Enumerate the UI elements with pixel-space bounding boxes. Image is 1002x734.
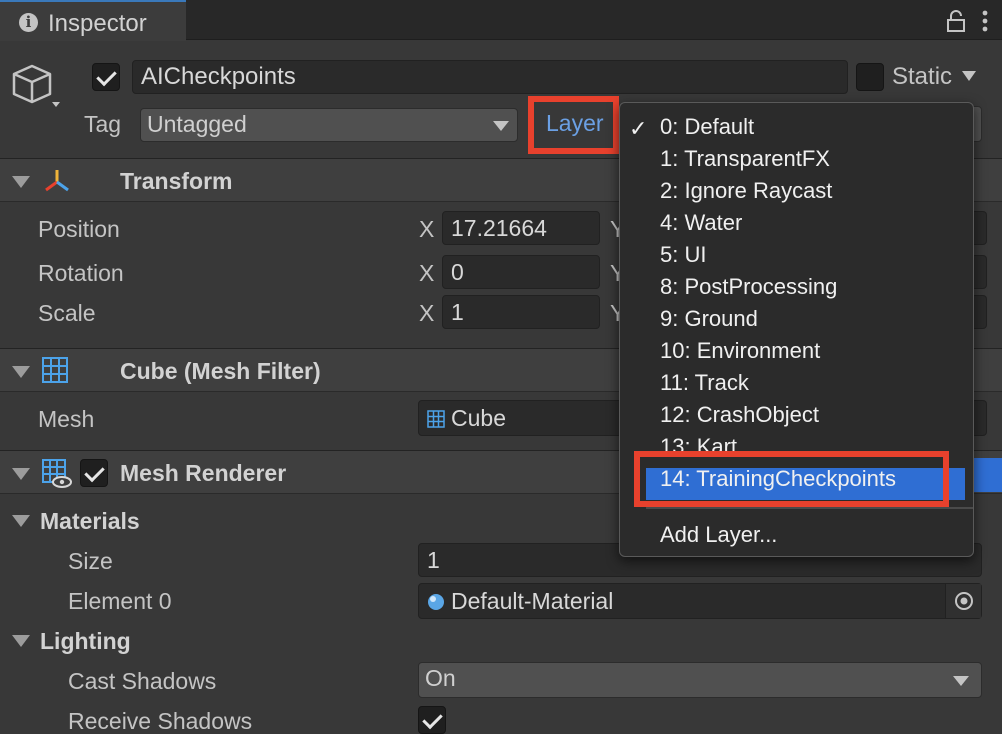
position-label: Position: [38, 216, 120, 242]
tab-title: Inspector: [48, 10, 147, 37]
foldout-arrow-icon[interactable]: [12, 176, 30, 188]
scale-x-field[interactable]: 1: [442, 295, 600, 329]
target-picker-icon: [955, 592, 973, 610]
element-0-value: Default-Material: [451, 588, 614, 614]
static-label[interactable]: Static: [892, 63, 952, 91]
rotation-label: Rotation: [38, 260, 124, 286]
layer-menu-item[interactable]: 8: PostProcessing: [660, 274, 837, 300]
layer-menu-item[interactable]: 5: UI: [660, 242, 706, 268]
material-sphere-icon: [428, 594, 444, 610]
gameobject-cube-icon[interactable]: [12, 62, 60, 108]
element-0-field[interactable]: Default-Material: [418, 583, 982, 619]
layer-menu-item[interactable]: 1: TransparentFX: [660, 146, 830, 172]
add-layer-menu-item[interactable]: Add Layer...: [660, 522, 777, 548]
rotation-x-field[interactable]: 0: [442, 255, 600, 289]
static-dropdown-arrow-icon[interactable]: [962, 71, 976, 81]
static-checkbox[interactable]: [856, 63, 884, 91]
popup-highlight-overflow: [974, 458, 1002, 492]
checkmark-icon: ✓: [629, 116, 648, 141]
mesh-grid-icon: [42, 357, 68, 383]
rotation-x-label[interactable]: X: [419, 260, 434, 287]
active-checkbox[interactable]: [92, 63, 120, 91]
layer-menu-item[interactable]: 4: Water: [660, 210, 742, 236]
object-picker-button[interactable]: [945, 584, 981, 618]
cast-shadows-value: On: [425, 665, 456, 691]
materials-title[interactable]: Materials: [40, 508, 140, 535]
layer-menu-item[interactable]: 10: Environment: [660, 338, 820, 364]
cast-shadows-label: Cast Shadows: [68, 668, 217, 694]
position-x-label[interactable]: X: [419, 216, 434, 243]
mesh-field[interactable]: Cube: [418, 400, 628, 436]
transform-axes-icon: [45, 170, 69, 192]
lock-icon[interactable]: [946, 10, 966, 32]
receive-shadows-checkbox[interactable]: [418, 706, 446, 734]
foldout-arrow-icon[interactable]: [12, 468, 30, 480]
mesh-value: Cube: [451, 405, 506, 431]
foldout-arrow-icon[interactable]: [12, 366, 30, 378]
kebab-menu-icon[interactable]: [982, 10, 988, 32]
tag-label: Tag: [84, 111, 122, 137]
cast-shadows-dropdown[interactable]: On: [418, 662, 982, 698]
element-0-label: Element 0: [68, 588, 172, 614]
layer-menu-item[interactable]: 2: Ignore Raycast: [660, 178, 832, 204]
layer-menu-item[interactable]: 12: CrashObject: [660, 402, 819, 428]
lighting-title[interactable]: Lighting: [40, 628, 131, 655]
mesh-renderer-icon: [42, 459, 72, 488]
transform-title: Transform: [120, 168, 233, 194]
scale-x-label[interactable]: X: [419, 300, 434, 327]
layer-menu-item[interactable]: 0: Default: [660, 114, 754, 140]
receive-shadows-label: Receive Shadows: [68, 708, 253, 734]
lighting-foldout-arrow-icon[interactable]: [12, 635, 30, 647]
tab-inspector[interactable]: i Inspector: [0, 0, 186, 41]
mesh-renderer-enabled-checkbox[interactable]: [80, 459, 108, 487]
tag-value: Untagged: [147, 111, 247, 137]
materials-foldout-arrow-icon[interactable]: [12, 515, 30, 527]
mesh-renderer-title: Mesh Renderer: [120, 460, 287, 486]
mesh-label: Mesh: [38, 406, 95, 432]
chevron-down-icon: [953, 676, 969, 686]
layer-menu-item[interactable]: 11: Track: [660, 370, 749, 396]
chevron-down-icon: [493, 121, 509, 131]
info-icon: i: [19, 13, 38, 32]
layer-annotation-box: [528, 96, 619, 154]
layer-menu-item[interactable]: 9: Ground: [660, 306, 758, 332]
scale-label: Scale: [38, 300, 96, 326]
object-name-field[interactable]: AICheckpoints: [132, 60, 848, 94]
menu-separator: [646, 507, 973, 509]
size-label: Size: [68, 548, 113, 574]
highlight-annotation-box: [634, 451, 949, 507]
mesh-grid-icon: [427, 410, 445, 428]
mesh-filter-title: Cube (Mesh Filter): [120, 358, 321, 384]
position-x-field[interactable]: 17.21664: [442, 211, 600, 245]
tag-dropdown[interactable]: Untagged: [140, 108, 518, 142]
